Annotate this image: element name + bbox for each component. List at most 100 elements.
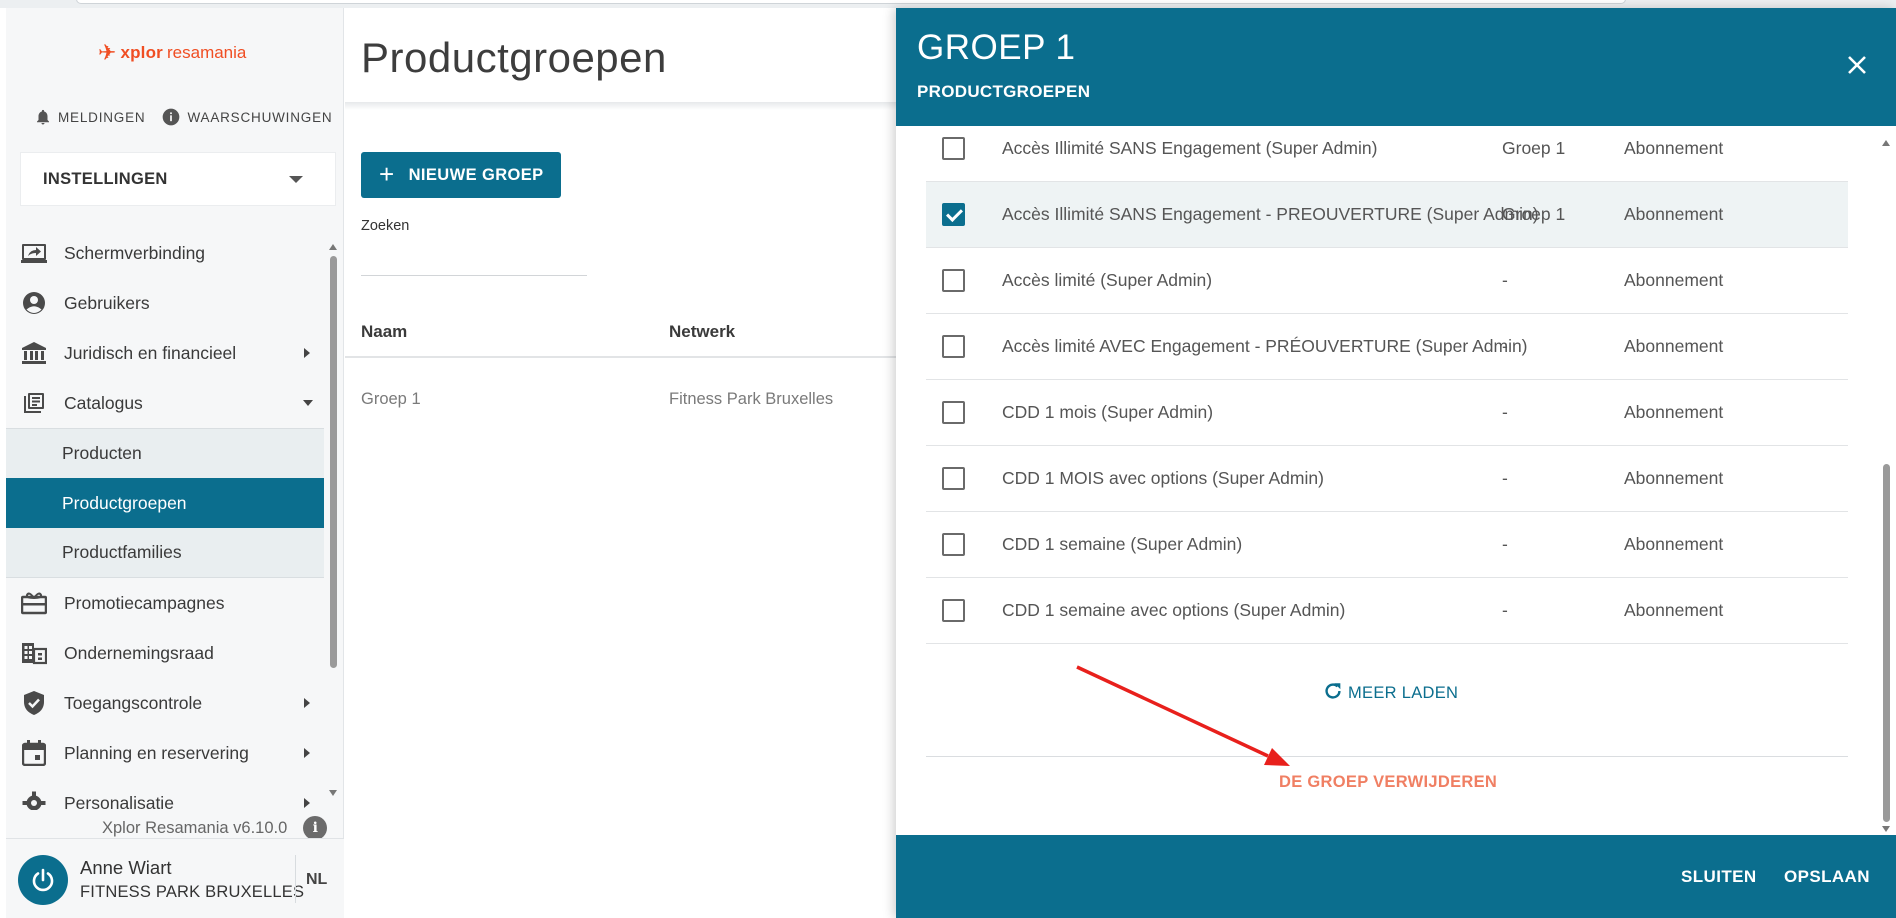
notifications-label: MELDINGEN bbox=[58, 109, 146, 125]
product-checkbox[interactable] bbox=[942, 533, 965, 556]
sidebar-item-planning[interactable]: Planning en reservering bbox=[6, 728, 324, 778]
drawer-header: GROEP 1 PRODUCTGROEPEN bbox=[896, 8, 1896, 126]
group-drawer: GROEP 1 PRODUCTGROEPEN Accès Illimité SA… bbox=[896, 8, 1896, 918]
scroll-up-icon[interactable] bbox=[1882, 140, 1890, 146]
product-type: Abonnement bbox=[1624, 468, 1724, 488]
product-checkbox[interactable] bbox=[942, 335, 965, 358]
product-checkbox[interactable] bbox=[942, 467, 965, 490]
sidebar-item-catalogus[interactable]: Catalogus bbox=[6, 378, 324, 428]
sidebar-item-label: Schermverbinding bbox=[64, 242, 206, 263]
product-name: CDD 1 mois (Super Admin) bbox=[1002, 402, 1214, 422]
screen-share-icon bbox=[20, 239, 48, 267]
product-group: Groep 1 bbox=[1502, 204, 1566, 224]
drawer-scrollbar[interactable] bbox=[1880, 134, 1892, 834]
power-icon[interactable] bbox=[18, 855, 68, 905]
product-type: Abonnement bbox=[1624, 270, 1724, 290]
chevron-down-icon bbox=[289, 175, 303, 183]
product-group: - bbox=[1502, 402, 1508, 422]
sidebar-item-juridisch[interactable]: Juridisch en financieel bbox=[6, 328, 324, 378]
table-row[interactable]: Groep 1 Fitness Park Bruxelles bbox=[345, 368, 897, 428]
product-checkbox[interactable] bbox=[942, 401, 965, 424]
product-row[interactable]: Accès limité AVEC Engagement - PRÉOUVERT… bbox=[926, 314, 1848, 380]
sidebar-item-label: Catalogus bbox=[64, 392, 143, 413]
sidebar-item-personalisatie[interactable]: Personalisatie bbox=[6, 778, 324, 810]
product-group: Groep 1 bbox=[1502, 138, 1566, 158]
search-input[interactable] bbox=[361, 240, 587, 276]
product-row[interactable]: Accès Illimité SANS Engagement (Super Ad… bbox=[926, 126, 1848, 182]
sidebar-item-label: Gebruikers bbox=[64, 292, 150, 313]
scroll-up-icon[interactable] bbox=[329, 244, 337, 250]
sidebar-item-toegangscontrole[interactable]: Toegangscontrole bbox=[6, 678, 324, 728]
search-label: Zoeken bbox=[361, 218, 410, 234]
sidebar-item-ondernemingsraad[interactable]: Ondernemingsraad bbox=[6, 628, 324, 678]
product-row[interactable]: CDD 1 MOIS avec options (Super Admin) - … bbox=[926, 446, 1848, 512]
sidebar-scrollbar[interactable] bbox=[328, 244, 338, 800]
product-row[interactable]: CDD 1 semaine avec options (Super Admin)… bbox=[926, 578, 1848, 644]
drawer-title: GROEP 1 bbox=[917, 28, 1076, 67]
logo-text-bold: xplor bbox=[120, 43, 163, 62]
new-group-button[interactable]: + NIEUWE GROEP bbox=[361, 152, 561, 198]
scroll-down-icon[interactable] bbox=[1882, 826, 1890, 832]
sidebar-subitem-productgroepen[interactable]: Productgroepen bbox=[6, 478, 324, 528]
scrollbar-thumb[interactable] bbox=[330, 256, 337, 668]
product-row[interactable]: Accès limité (Super Admin) - Abonnement bbox=[926, 248, 1848, 314]
product-group: - bbox=[1502, 270, 1508, 290]
browser-top-strip bbox=[0, 0, 1896, 8]
product-checkbox[interactable] bbox=[942, 269, 965, 292]
product-row[interactable]: Accès Illimité SANS Engagement - PREOUVE… bbox=[926, 182, 1848, 248]
save-button[interactable]: OPSLAAN bbox=[1784, 867, 1870, 887]
product-name: Accès limité AVEC Engagement - PRÉOUVERT… bbox=[1002, 336, 1528, 356]
sidebar-item-gebruikers[interactable]: Gebruikers bbox=[6, 278, 324, 328]
chevron-right-icon bbox=[304, 698, 310, 708]
logo-text-rest: resamania bbox=[167, 43, 247, 62]
product-name: CDD 1 MOIS avec options (Super Admin) bbox=[1002, 468, 1324, 488]
product-type: Abonnement bbox=[1624, 138, 1724, 158]
card-giftcard-icon bbox=[20, 589, 48, 617]
sidebar-subitem-producten[interactable]: Producten bbox=[6, 428, 324, 478]
alerts-bar: MELDINGEN WAARSCHUWINGEN bbox=[26, 94, 332, 140]
bell-icon bbox=[34, 107, 52, 127]
chevron-right-icon bbox=[304, 348, 310, 358]
drawer-subtitle: PRODUCTGROEPEN bbox=[917, 82, 1091, 101]
close-icon[interactable] bbox=[1844, 52, 1870, 78]
sidebar-nav: Schermverbinding Gebruikers Juridisch en… bbox=[6, 228, 324, 810]
product-group: - bbox=[1502, 468, 1508, 488]
scroll-down-icon[interactable] bbox=[329, 790, 337, 796]
warnings-label: WAARSCHUWINGEN bbox=[187, 109, 333, 125]
product-row[interactable]: CDD 1 semaine (Super Admin) - Abonnement bbox=[926, 512, 1848, 578]
sidebar-item-promotiecampagnes[interactable]: Promotiecampagnes bbox=[6, 578, 324, 628]
product-name: CDD 1 semaine avec options (Super Admin) bbox=[1002, 600, 1346, 620]
warnings-button[interactable]: WAARSCHUWINGEN bbox=[153, 99, 340, 135]
column-header-netwerk[interactable]: Netwerk bbox=[669, 322, 735, 342]
product-checkbox[interactable] bbox=[942, 137, 965, 160]
info-icon[interactable]: i bbox=[303, 816, 328, 840]
product-group: - bbox=[1502, 534, 1508, 554]
sidebar-item-label: Ondernemingsraad bbox=[64, 642, 214, 663]
product-type: Abonnement bbox=[1624, 336, 1724, 356]
sidebar-subitem-label: Productfamilies bbox=[62, 542, 182, 562]
delete-group-button[interactable]: DE GROEP VERWIJDEREN bbox=[1279, 773, 1497, 792]
sidebar-item-schermverbinding[interactable]: Schermverbinding bbox=[6, 228, 324, 278]
sidebar: ✈ xplor resamania MELDINGEN WAARSCHUWING… bbox=[6, 8, 344, 918]
scrollbar-thumb[interactable] bbox=[1883, 464, 1890, 822]
row-name: Groep 1 bbox=[361, 390, 421, 408]
notifications-button[interactable]: MELDINGEN bbox=[26, 99, 153, 135]
sidebar-item-label: Personalisatie bbox=[64, 792, 174, 811]
sidebar-item-label: Planning en reservering bbox=[64, 742, 249, 763]
settings-select[interactable]: INSTELLINGEN bbox=[20, 152, 336, 206]
brand-logo[interactable]: ✈ xplor resamania bbox=[98, 38, 246, 68]
product-row[interactable]: CDD 1 mois (Super Admin) - Abonnement bbox=[926, 380, 1848, 446]
product-checkbox[interactable] bbox=[942, 599, 965, 622]
language-switch[interactable]: NL bbox=[306, 871, 327, 889]
sidebar-subitem-productfamilies[interactable]: Productfamilies bbox=[6, 528, 324, 578]
plus-icon: + bbox=[379, 159, 395, 189]
divider bbox=[926, 756, 1848, 757]
close-button[interactable]: SLUITEN bbox=[1681, 867, 1757, 887]
load-more-label: MEER LADEN bbox=[1348, 684, 1459, 702]
sidebar-subitem-label: Productgroepen bbox=[62, 492, 187, 513]
product-name: Accès limité (Super Admin) bbox=[1002, 270, 1213, 290]
product-checkbox[interactable] bbox=[942, 203, 965, 226]
bank-icon bbox=[20, 339, 48, 367]
column-header-naam[interactable]: Naam bbox=[361, 322, 407, 342]
load-more-button[interactable]: MEER LADEN bbox=[1322, 680, 1458, 707]
